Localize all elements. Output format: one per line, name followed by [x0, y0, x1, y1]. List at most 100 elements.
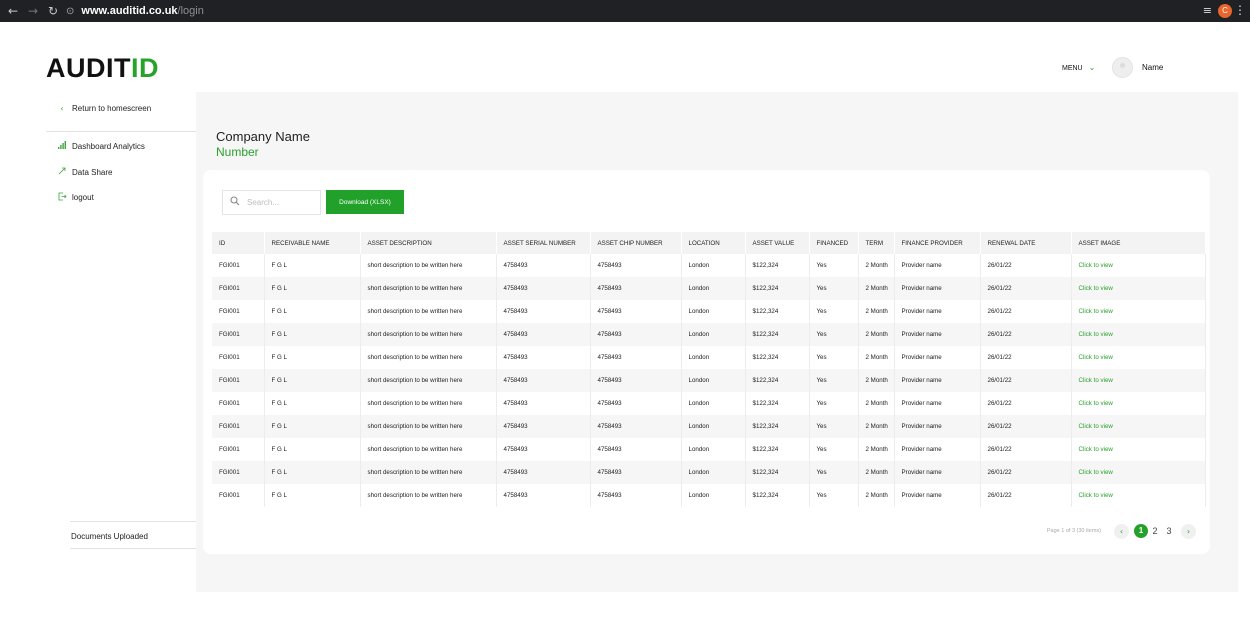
back-icon[interactable]: ←	[6, 4, 20, 18]
table-cell: $122,324	[745, 254, 810, 277]
view-image-link[interactable]: Click to view	[1071, 254, 1206, 277]
table-cell: 4758493	[496, 484, 591, 507]
sidebar-divider	[46, 131, 196, 132]
documents-uploaded-link[interactable]: Documents Uploaded	[71, 532, 148, 541]
menu-label: MENU	[1062, 65, 1083, 72]
table-cell: 2 Month	[858, 300, 895, 323]
sidebar-item-logout[interactable]: logout	[58, 192, 94, 203]
site-info-icon[interactable]: ⊙	[66, 6, 74, 17]
table-row[interactable]: FGI001 F G Lshort description to be writt…	[212, 369, 1206, 392]
sidebar: ‹ Return to homescreen Dashboard Analyti…	[0, 92, 196, 592]
user-name[interactable]: Name	[1142, 63, 1163, 72]
table-cell: $122,324	[745, 323, 810, 346]
table-body: FGI001 F G Lshort description to be writt…	[212, 254, 1206, 507]
table-cell: FGI001	[212, 254, 265, 277]
view-image-link[interactable]: Click to view	[1071, 392, 1206, 415]
table-cell: Provider name	[894, 369, 981, 392]
search-input[interactable]	[247, 198, 317, 207]
return-homescreen-link[interactable]: ‹ Return to homescreen	[58, 104, 151, 113]
view-image-link[interactable]: Click to view	[1071, 484, 1206, 507]
table-cell: Yes	[809, 415, 859, 438]
chevron-right-icon[interactable]: ›	[1181, 523, 1196, 539]
forward-icon[interactable]: →	[26, 4, 40, 18]
table-cell: $122,324	[745, 438, 810, 461]
table-cell: 2 Month	[858, 277, 895, 300]
table-cell: FGI001	[212, 346, 265, 369]
table-cell: FGI001	[212, 392, 265, 415]
view-image-link[interactable]: Click to view	[1071, 415, 1206, 438]
page-button-3[interactable]: 3	[1162, 526, 1176, 536]
pagination-info: Page 1 of 3 (30 items)	[1046, 528, 1101, 534]
view-image-link[interactable]: Click to view	[1071, 300, 1206, 323]
table-cell: London	[681, 369, 746, 392]
column-header: ASSET CHIP NUMBER	[590, 232, 682, 254]
table-cell: 4758493	[590, 484, 682, 507]
logo-text-black: AUDIT	[46, 52, 131, 83]
view-image-link[interactable]: Click to view	[1071, 323, 1206, 346]
table-cell: Provider name	[894, 254, 981, 277]
table-cell: short description to be written here	[360, 392, 497, 415]
menu-dropdown[interactable]: MENU ⌄	[1062, 63, 1095, 72]
media-controls-icon[interactable]: ≡	[1203, 4, 1212, 17]
table-row[interactable]: FGI001 F G Lshort description to be writt…	[212, 484, 1206, 507]
sidebar-item-dashboard-analytics[interactable]: Dashboard Analytics	[58, 141, 145, 151]
column-header: ASSET VALUE	[745, 232, 810, 254]
table-row[interactable]: FGI001 F G Lshort description to be writt…	[212, 254, 1206, 277]
url-host: www.auditid.co.uk	[81, 5, 178, 17]
view-image-link[interactable]: Click to view	[1071, 369, 1206, 392]
table-row[interactable]: FGI001 F G Lshort description to be writt…	[212, 438, 1206, 461]
table-row[interactable]: FGI001 F G Lshort description to be writt…	[212, 300, 1206, 323]
sidebar-item-label: Dashboard Analytics	[72, 141, 145, 151]
table-cell: F G L	[264, 346, 361, 369]
pagination: Page 1 of 3 (30 items) ‹ 1 2 3 ›	[1047, 523, 1201, 539]
table-cell: London	[681, 484, 746, 507]
table-cell: 26/01/22	[980, 369, 1072, 392]
table-cell: London	[681, 415, 746, 438]
table-cell: Yes	[809, 484, 859, 507]
page-button-1[interactable]: 1	[1134, 524, 1148, 538]
table-cell: 2 Month	[858, 369, 895, 392]
view-image-link[interactable]: Click to view	[1071, 438, 1206, 461]
chevron-left-icon[interactable]: ‹	[1114, 523, 1129, 539]
table-cell: 26/01/22	[980, 415, 1072, 438]
table-cell: London	[681, 254, 746, 277]
table-cell: London	[681, 438, 746, 461]
table-row[interactable]: FGI001 F G Lshort description to be writt…	[212, 461, 1206, 484]
table-row[interactable]: FGI001 F G Lshort description to be writt…	[212, 392, 1206, 415]
sidebar-item-label: logout	[72, 193, 94, 202]
address-bar[interactable]: ⊙ www.auditid.co.uk /login	[66, 2, 1198, 20]
table-cell: short description to be written here	[360, 323, 497, 346]
table-cell: FGI001	[212, 323, 265, 346]
table-cell: Yes	[809, 323, 859, 346]
profile-avatar[interactable]: C	[1218, 4, 1232, 18]
table-cell: 4758493	[590, 415, 682, 438]
view-image-link[interactable]: Click to view	[1071, 346, 1206, 369]
download-xlsx-button[interactable]: Download (XLSX)	[326, 190, 404, 214]
table-cell: 4758493	[496, 438, 591, 461]
return-homescreen-label: Return to homescreen	[72, 104, 152, 113]
table-cell: FGI001	[212, 369, 265, 392]
table-row[interactable]: FGI001 F G Lshort description to be writt…	[212, 415, 1206, 438]
avatar[interactable]	[1112, 57, 1133, 78]
view-image-link[interactable]: Click to view	[1071, 461, 1206, 484]
table-cell: 4758493	[590, 300, 682, 323]
page-button-2[interactable]: 2	[1148, 526, 1162, 536]
table-cell: $122,324	[745, 415, 810, 438]
view-image-link[interactable]: Click to view	[1071, 277, 1206, 300]
table-cell: short description to be written here	[360, 369, 497, 392]
browser-toolbar: ← → ↻ ⊙ www.auditid.co.uk /login ≡ C ⋮	[0, 0, 1250, 22]
search-box[interactable]	[222, 190, 321, 215]
table-row[interactable]: FGI001 F G Lshort description to be writt…	[212, 277, 1206, 300]
table-cell: F G L	[264, 277, 361, 300]
reload-icon[interactable]: ↻	[46, 4, 60, 18]
sidebar-item-data-share[interactable]: Data Share	[58, 167, 112, 177]
auditid-logo[interactable]: AUDIT ID	[46, 53, 159, 83]
url-path: /login	[177, 5, 204, 17]
table-cell: 4758493	[590, 254, 682, 277]
table-cell: 4758493	[590, 323, 682, 346]
table-row[interactable]: FGI001 F G Lshort description to be writt…	[212, 323, 1206, 346]
share-icon	[58, 167, 66, 177]
table-row[interactable]: FGI001 F G Lshort description to be writt…	[212, 346, 1206, 369]
browser-menu-icon[interactable]: ⋮	[1234, 3, 1246, 17]
sidebar-divider	[70, 548, 196, 549]
